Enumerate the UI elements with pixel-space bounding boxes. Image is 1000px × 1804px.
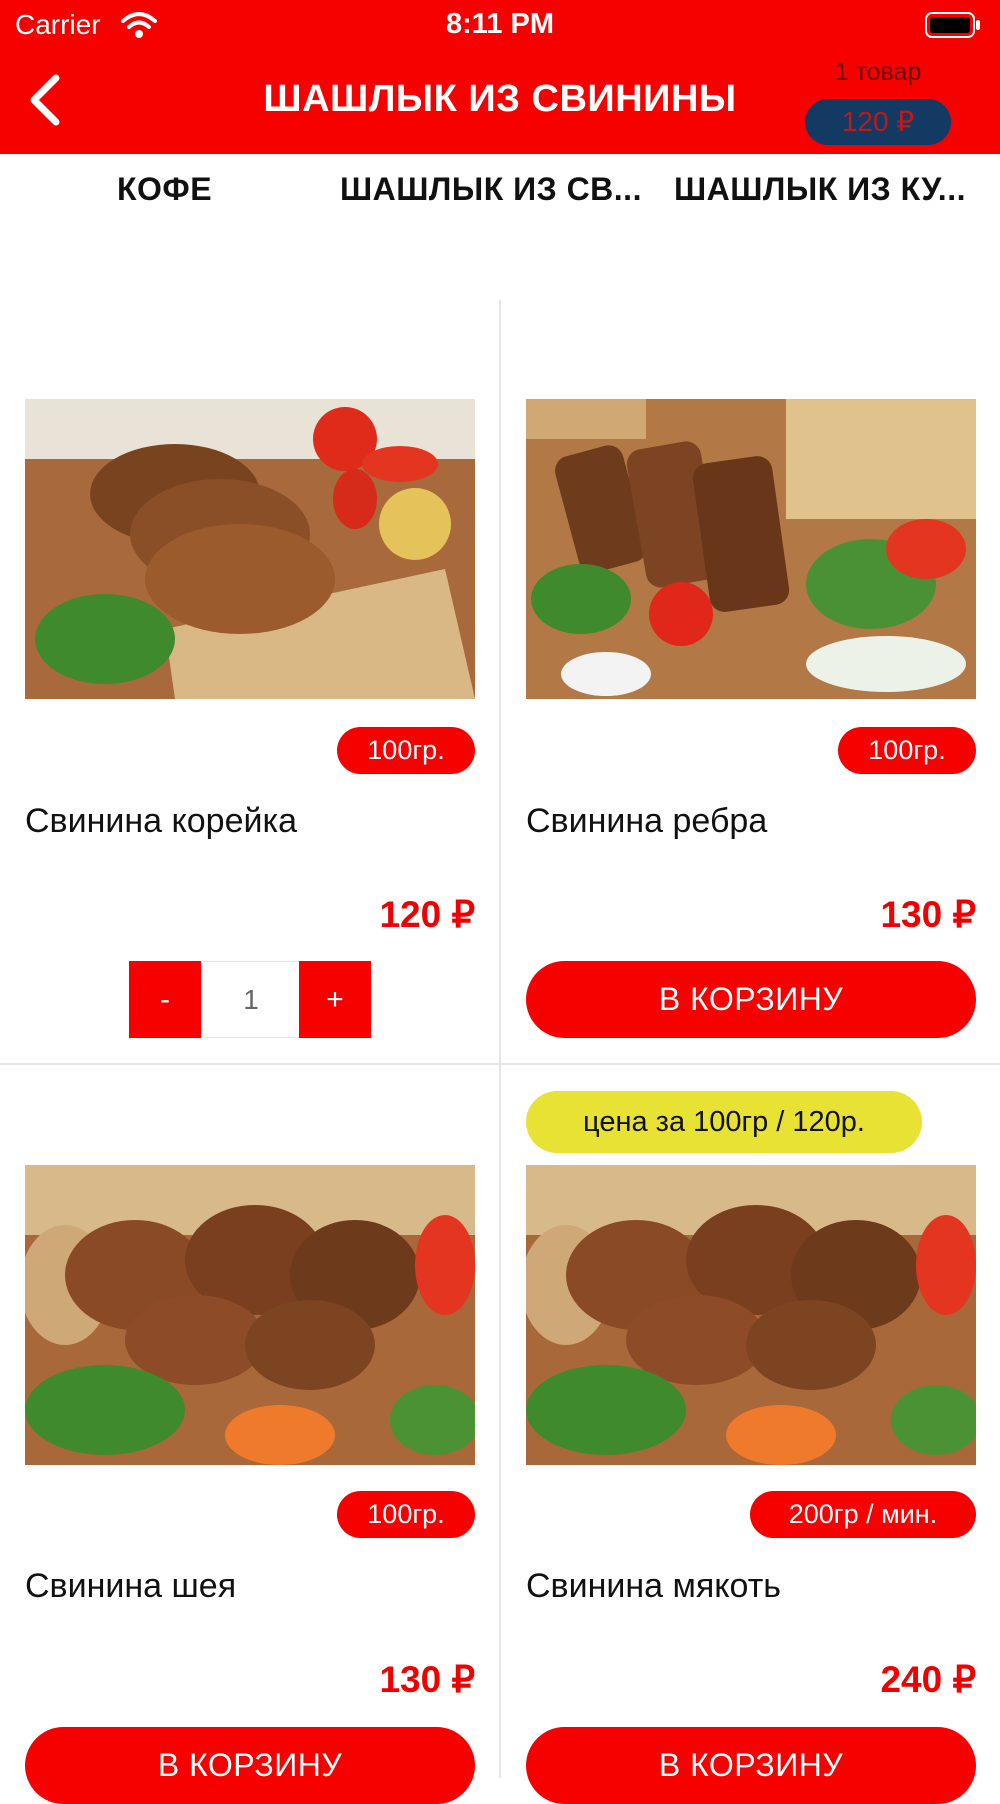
battery-icon bbox=[925, 12, 980, 38]
tab-coffee[interactable]: КОФЕ bbox=[117, 171, 212, 208]
product-card-myakot: цена за 100гр / 120р. 200гр / мин. Свини… bbox=[526, 1065, 976, 1804]
product-photo-myakot[interactable] bbox=[526, 1165, 976, 1465]
product-card-rebra: 100гр. Свинина ребра 130 ₽ В КОРЗИНУ bbox=[526, 300, 976, 1040]
weight-badge: 200гр / мин. bbox=[750, 1491, 976, 1538]
product-photo-koreika[interactable] bbox=[25, 399, 475, 699]
back-chevron-icon[interactable] bbox=[22, 72, 66, 128]
category-tabs: КОФЕ ШАШЛЫК ИЗ СВ... ШАШЛЫК ИЗ КУ... bbox=[0, 155, 1000, 225]
product-name: Свинина шея bbox=[25, 1567, 237, 1605]
product-card-koreika: 100гр. Свинина корейка 120 ₽ - 1 + bbox=[25, 300, 475, 1040]
page-title: ШАШЛЫК ИЗ СВИНИНЫ bbox=[263, 78, 737, 120]
product-price: 130 ₽ bbox=[379, 1659, 475, 1700]
product-name: Свинина мякоть bbox=[526, 1567, 781, 1605]
weight-badge: 100гр. bbox=[337, 727, 475, 774]
app-header: Carrier 8:11 PM ШАШЛЫК ИЗ СВИНИНЫ 1 това… bbox=[0, 0, 1000, 154]
grid-divider-vertical bbox=[499, 300, 501, 1778]
product-price: 240 ₽ bbox=[880, 1659, 976, 1700]
tab-chicken-shashlik[interactable]: ШАШЛЫК ИЗ КУ... bbox=[674, 171, 966, 208]
status-bar: Carrier 8:11 PM bbox=[0, 0, 1000, 50]
quantity-stepper: - 1 + bbox=[129, 961, 371, 1038]
product-photo-sheya[interactable] bbox=[25, 1165, 475, 1465]
quantity-value[interactable]: 1 bbox=[201, 961, 301, 1038]
add-to-cart-button[interactable]: В КОРЗИНУ bbox=[25, 1727, 475, 1804]
product-card-sheya: 100гр. Свинина шея 130 ₽ В КОРЗИНУ bbox=[25, 1065, 475, 1804]
increase-button[interactable]: + bbox=[299, 961, 371, 1038]
cart-count[interactable]: 1 товар bbox=[800, 58, 956, 87]
product-price: 120 ₽ bbox=[379, 894, 475, 935]
status-time: 8:11 PM bbox=[446, 8, 554, 40]
add-to-cart-button[interactable]: В КОРЗИНУ bbox=[526, 1727, 976, 1804]
cart-total-badge[interactable]: 120 ₽ bbox=[805, 99, 951, 145]
price-note-badge: цена за 100гр / 120р. bbox=[526, 1091, 922, 1153]
decrease-button[interactable]: - bbox=[129, 961, 201, 1038]
add-to-cart-button[interactable]: В КОРЗИНУ bbox=[526, 961, 976, 1038]
weight-badge: 100гр. bbox=[838, 727, 976, 774]
product-photo-rebra[interactable] bbox=[526, 399, 976, 699]
product-name: Свинина ребра bbox=[526, 802, 768, 840]
weight-badge: 100гр. bbox=[337, 1491, 475, 1538]
tab-pork-shashlik[interactable]: ШАШЛЫК ИЗ СВ... bbox=[340, 171, 642, 208]
product-name: Свинина корейка bbox=[25, 802, 298, 840]
product-price: 130 ₽ bbox=[880, 894, 976, 935]
